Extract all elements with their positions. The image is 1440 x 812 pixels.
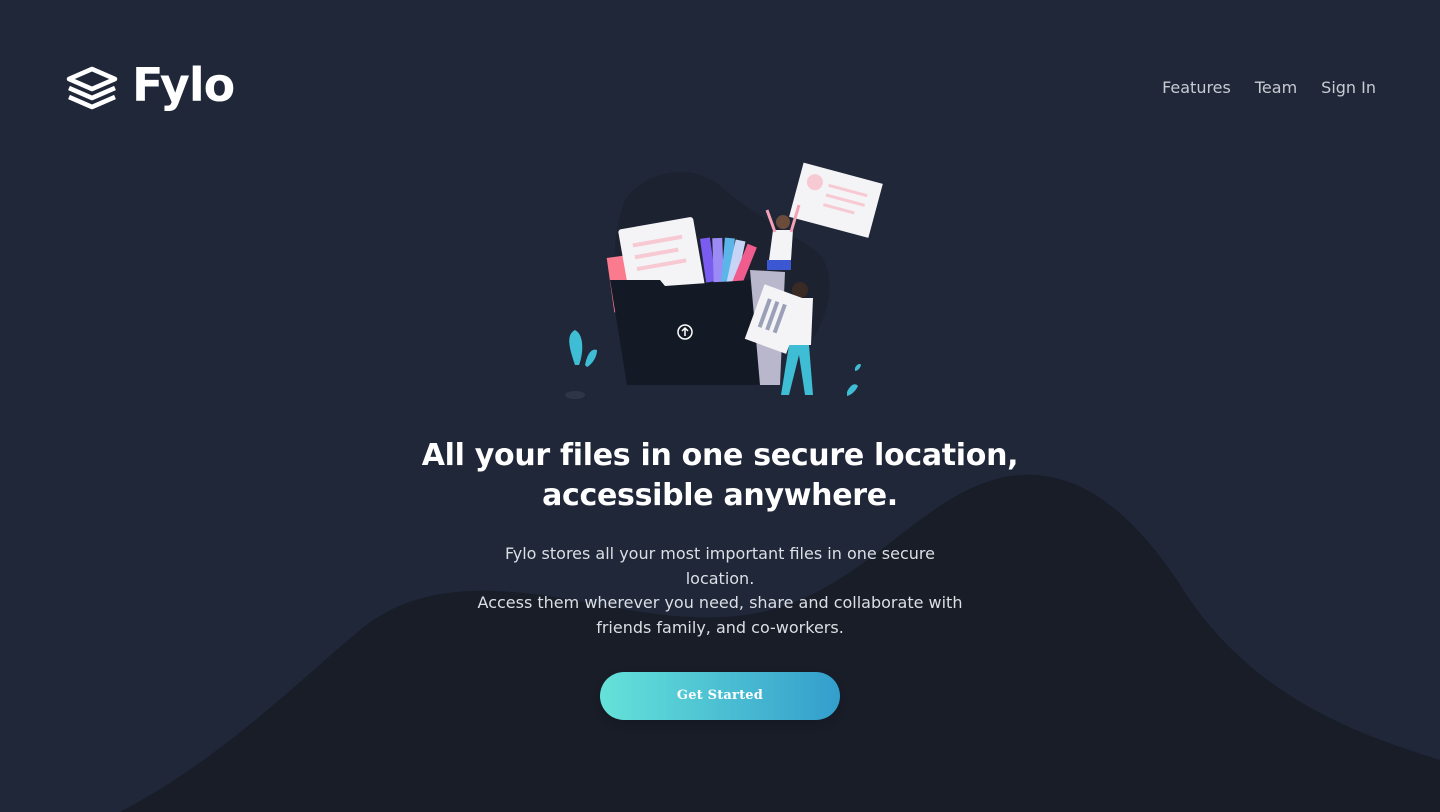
site-header: Fylo Features Team Sign In: [64, 60, 1376, 116]
brand-name: Fylo: [132, 58, 235, 112]
file-upload-illustration: [565, 162, 883, 399]
nav-link-sign-in[interactable]: Sign In: [1321, 78, 1376, 97]
hero-subtitle-line-2: Access them wherever you need, share and…: [477, 593, 963, 612]
hero-subtitle-line-3: friends family, and co-workers.: [596, 617, 844, 637]
hero-section: All your files in one secure location, a…: [0, 160, 1440, 720]
main-nav: Features Team Sign In: [1162, 78, 1376, 97]
hero-title-line-1: All your files in one secure location,: [421, 438, 1019, 473]
landing-page: Fylo Features Team Sign In All your file…: [0, 0, 1440, 812]
stacked-layers-icon: [66, 66, 118, 110]
hero-title: All your files in one secure location, a…: [400, 436, 1040, 516]
nav-link-team[interactable]: Team: [1255, 78, 1297, 97]
nav-link-features[interactable]: Features: [1162, 78, 1231, 97]
hero-subtitle-line-1: Fylo stores all your most important file…: [505, 544, 935, 588]
get-started-button[interactable]: Get Started: [600, 672, 840, 720]
brand-logo[interactable]: Fylo: [64, 58, 235, 112]
hero-title-line-2: accessible anywhere.: [542, 478, 898, 513]
hero-subtitle: Fylo stores all your most important file…: [470, 542, 970, 640]
